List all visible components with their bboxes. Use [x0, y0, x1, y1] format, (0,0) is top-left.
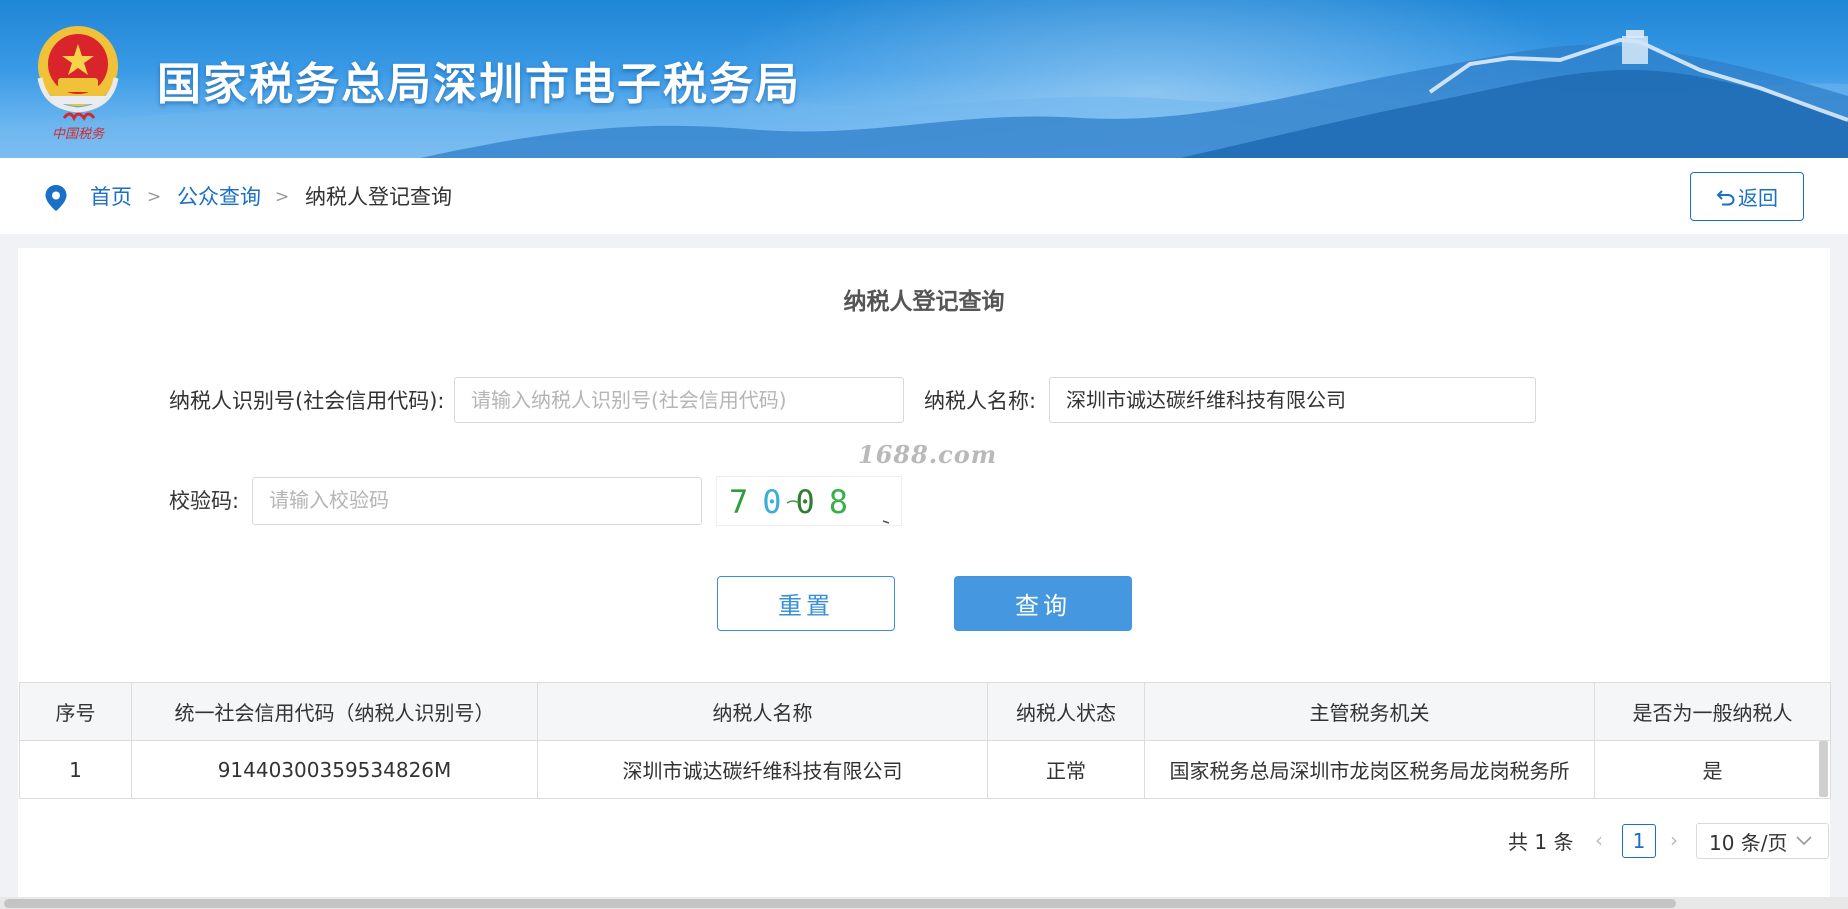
emblem-caption: 中国税务 [52, 127, 105, 142]
taxpayer-name-input[interactable]: 深圳市诚达碳纤维科技有限公司 [1049, 377, 1536, 423]
page-horizontal-scrollbar-thumb[interactable] [4, 899, 1676, 908]
back-button[interactable]: 返回 [1690, 172, 1804, 221]
column-header-taxpayer-name: 纳税人名称 [537, 682, 988, 741]
chevron-down-icon [1795, 836, 1812, 846]
captcha-input[interactable]: 请输入校验码 [252, 477, 702, 525]
captcha-graphic: 7008 [729, 483, 890, 524]
captcha-label: 校验码: [169, 489, 240, 513]
taxpayer-id-label: 纳税人识别号(社会信用代码): [169, 389, 445, 413]
chevron-left-icon[interactable]: ‹ [1595, 826, 1603, 854]
site-title: 国家税务总局深圳市电子税务局 [157, 59, 801, 110]
captcha-char: 0 [796, 483, 829, 521]
column-header-index: 序号 [19, 682, 132, 741]
breadcrumb-separator: > [275, 187, 290, 207]
breadcrumb-current: 纳税人登记查询 [305, 185, 452, 209]
result-table: 序号 统一社会信用代码（纳税人识别号） 纳税人名称 纳税人状态 主管税务机关 是… [19, 682, 1831, 799]
query-panel [18, 248, 1830, 909]
column-header-credit-code: 统一社会信用代码（纳税人识别号） [131, 682, 538, 741]
captcha-image[interactable]: 7008 [716, 476, 902, 526]
table-vertical-scrollbar[interactable] [1819, 741, 1828, 797]
page-size-value: 10 条/页 [1709, 830, 1788, 855]
chevron-right-icon[interactable]: › [1670, 826, 1678, 854]
form-title: 纳税人登记查询 [843, 289, 1005, 315]
cell-taxpayer-name: 深圳市诚达碳纤维科技有限公司 [537, 740, 988, 799]
table-header-row: 序号 统一社会信用代码（纳税人识别号） 纳税人名称 纳税人状态 主管税务机关 是… [19, 682, 1831, 741]
column-header-general-taxpayer: 是否为一般纳税人 [1594, 682, 1831, 741]
pager-page-1[interactable]: 1 [1622, 824, 1656, 858]
cell-general-taxpayer: 是 [1594, 740, 1831, 799]
taxpayer-name-label: 纳税人名称: [924, 389, 1037, 413]
table-row[interactable]: 1 91440300359534826M 深圳市诚达碳纤维科技有限公司 正常 国… [19, 740, 1831, 799]
reset-button[interactable]: 重置 [717, 576, 895, 631]
back-button-label: 返回 [1738, 186, 1778, 210]
page-size-select[interactable]: 10 条/页 [1696, 823, 1829, 859]
site-banner: 中国税务 国家税务总局深圳市电子税务局 [0, 0, 1848, 158]
taxpayer-id-input[interactable]: 请输入纳税人识别号(社会信用代码) [454, 377, 904, 423]
state-tax-emblem-icon: 中国税务 [37, 26, 119, 142]
captcha-char: 7 [729, 483, 762, 521]
breadcrumb-separator: > [147, 187, 162, 207]
cell-tax-authority: 国家税务总局深圳市龙岗区税务局龙岗税务所 [1144, 740, 1595, 799]
captcha-char: 8 [829, 483, 862, 521]
column-header-status: 纳税人状态 [987, 682, 1145, 741]
breadcrumb-public-query-link[interactable]: 公众查询 [177, 183, 261, 211]
watermark-text: 1688.com [858, 440, 998, 469]
pager-total: 共 1 条 [1508, 830, 1574, 854]
cell-status: 正常 [987, 740, 1145, 799]
cell-index: 1 [19, 740, 132, 799]
query-button[interactable]: 查询 [954, 576, 1132, 631]
location-pin-icon [45, 185, 67, 211]
column-header-tax-authority: 主管税务机关 [1144, 682, 1595, 741]
cell-credit-code: 91440300359534826M [131, 740, 538, 799]
breadcrumb-home-link[interactable]: 首页 [90, 183, 132, 211]
return-arrow-icon [1716, 189, 1735, 205]
